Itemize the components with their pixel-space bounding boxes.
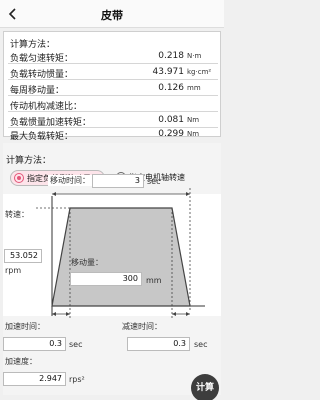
speed-unit: rpm [5, 266, 22, 275]
move-amount-input[interactable]: 300 [70, 272, 142, 286]
move-time-input[interactable]: 3 [92, 174, 144, 188]
accel-time-unit: sec [69, 340, 83, 349]
accel-time-label: 加速时间： [5, 322, 45, 331]
decel-time-unit: sec [194, 340, 208, 349]
acceleration-value-field: 2.947 [3, 372, 66, 386]
speed-label: 转速： [5, 210, 29, 219]
speed-value-field: 53.052 [4, 249, 42, 263]
calculate-button[interactable]: 计算 [191, 374, 219, 400]
acceleration-label: 加速度： [5, 357, 37, 366]
move-time-unit: sec [147, 177, 161, 186]
move-amount-label: 移动量： [71, 258, 103, 267]
decel-time-input[interactable]: 0.3 [127, 337, 190, 351]
accel-time-input[interactable]: 0.3 [3, 337, 66, 351]
decel-time-label: 减速时间： [122, 322, 162, 331]
move-amount-unit: mm [146, 276, 162, 285]
move-time-label-visible: 移动时间： [48, 175, 92, 186]
acceleration-unit: rps² [69, 375, 85, 384]
